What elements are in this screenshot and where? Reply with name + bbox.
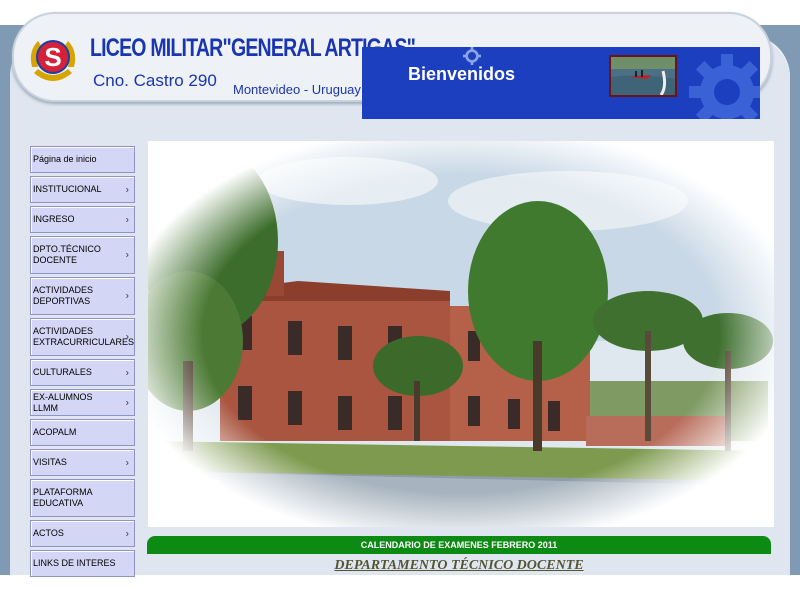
sidebar-item-label: PLATAFORMA EDUCATIVA [33, 487, 93, 508]
school-address: Cno. Castro 290 [93, 71, 217, 90]
sidebar-item-institucional[interactable]: INSTITUCIONAL › [30, 176, 135, 203]
sidebar-item-label: VISITAS [33, 457, 67, 467]
calendar-banner[interactable]: CALENDARIO DE EXAMENES FEBRERO 2011 [147, 536, 771, 554]
sidebar-item-label: CULTURALES [33, 367, 92, 377]
welcome-banner: Bienvenidos [362, 47, 760, 119]
sidebar-item-acopalm[interactable]: ACOPALM [30, 419, 135, 446]
sidebar-item-label: DPTO.TÉCNICO DOCENTE [33, 244, 101, 265]
department-title[interactable]: DEPARTAMENTO TÉCNICO DOCENTE [147, 558, 771, 574]
sidebar-item-extracurriculares[interactable]: ACTIVIDADES EXTRACURRICULARES › [30, 318, 135, 356]
school-logo[interactable]: S [24, 33, 82, 91]
chevron-right-icon: › [125, 290, 129, 302]
chevron-right-icon: › [125, 331, 129, 343]
gear-icon [463, 47, 481, 65]
sidebar-item-label: INSTITUCIONAL [33, 184, 102, 194]
sidebar-item-actos[interactable]: ACTOS › [30, 520, 135, 547]
school-city: Montevideo - Uruguay [233, 82, 361, 97]
chevron-right-icon: › [125, 249, 129, 261]
sidebar-item-ingreso[interactable]: INGRESO › [30, 206, 135, 233]
sidebar-item-label: ACTIVIDADES DEPORTIVAS [33, 285, 94, 306]
gear-icon [689, 54, 760, 119]
chevron-right-icon: › [125, 214, 129, 225]
sidebar-item-label: Página de inicio [33, 154, 97, 164]
sidebar-item-plataforma[interactable]: PLATAFORMA EDUCATIVA [30, 479, 135, 517]
sidebar-item-label: EX-ALUMNOS LLMM [33, 391, 93, 413]
welcome-text: Bienvenidos [408, 64, 516, 84]
chevron-right-icon: › [125, 528, 129, 539]
sidebar-item-deportivas[interactable]: ACTIVIDADES DEPORTIVAS › [30, 277, 135, 315]
chevron-right-icon: › [125, 367, 129, 378]
sidebar-item-label: LINKS DE INTERES [33, 558, 116, 568]
sidebar-item-label: ACTIVIDADES EXTRACURRICULARES [33, 326, 135, 347]
svg-text:S: S [44, 42, 61, 72]
sidebar-item-label: INGRESO [33, 214, 75, 224]
sidebar-item-links[interactable]: LINKS DE INTERES [30, 550, 135, 577]
header-thumbnail[interactable] [609, 55, 677, 97]
sidebar-item-inicio[interactable]: Página de inicio [30, 146, 135, 173]
sidebar-item-ex-alumnos[interactable]: EX-ALUMNOS LLMM › [30, 389, 135, 416]
chevron-right-icon: › [125, 397, 129, 408]
school-building-painting [148, 141, 774, 527]
sidebar-item-culturales[interactable]: CULTURALES › [30, 359, 135, 386]
sidebar-item-visitas[interactable]: VISITAS › [30, 449, 135, 476]
chevron-right-icon: › [125, 184, 129, 195]
sidebar-item-dpto-tecnico[interactable]: DPTO.TÉCNICO DOCENTE › [30, 236, 135, 274]
chevron-right-icon: › [125, 457, 129, 468]
sidebar-item-label: ACOPALM [33, 427, 77, 437]
sidebar-item-label: ACTOS [33, 528, 64, 538]
